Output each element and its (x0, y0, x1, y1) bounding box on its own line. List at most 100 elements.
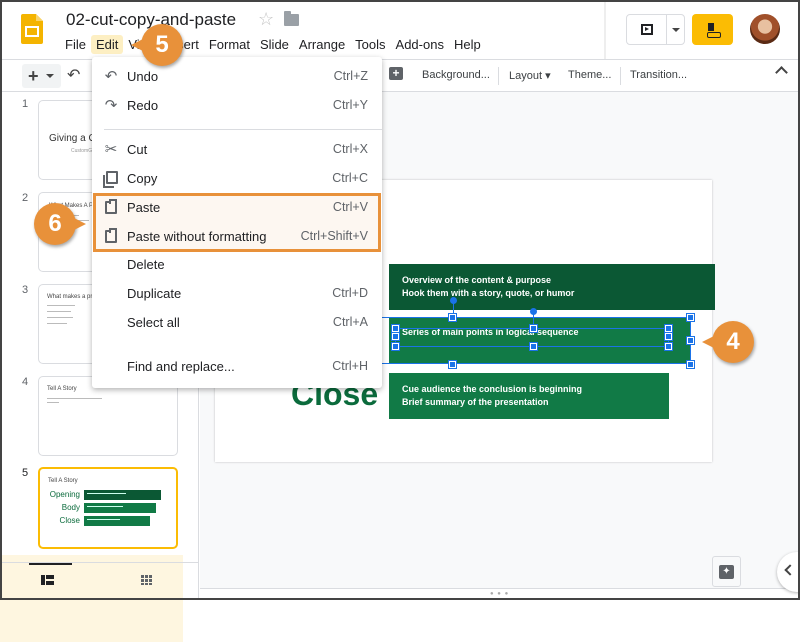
resize-handle[interactable] (529, 342, 538, 351)
menu-item-duplicate[interactable]: Duplicate Ctrl+D (92, 279, 382, 308)
resize-handle[interactable] (664, 332, 673, 341)
scissors-icon: ✂ (104, 141, 118, 158)
menu-item-shortcut: Ctrl+Shift+V (300, 229, 368, 243)
thumb-title: Tell A Story (48, 478, 78, 484)
thumb-line (47, 311, 71, 312)
menu-item-redo[interactable]: ↷ Redo Ctrl+Y (92, 91, 382, 120)
thumb-bar-opening (84, 490, 161, 500)
menu-item-paste-without-formatting[interactable]: Paste without formatting Ctrl+Shift+V (92, 222, 382, 251)
resize-handle[interactable] (448, 313, 457, 322)
drag-handle-icon[interactable]: ● ● ● (490, 591, 509, 597)
resize-handle[interactable] (664, 342, 673, 351)
slide-thumbnail-4[interactable]: Tell A Story (38, 376, 178, 456)
menu-item-label: Delete (127, 257, 165, 272)
opening-line-1: Overview of the content & purpose (402, 275, 552, 285)
thumb-line (47, 323, 67, 324)
menu-item-label: Copy (127, 171, 158, 186)
resize-handle[interactable] (529, 324, 538, 333)
menu-item-select-all[interactable]: Select all Ctrl+A (92, 308, 382, 337)
thumb-bar-body (84, 503, 156, 513)
add-comment-icon[interactable]: + (389, 67, 403, 80)
toolbar-divider (620, 67, 621, 85)
resize-handle[interactable] (391, 332, 400, 341)
menu-item-delete[interactable]: Delete (92, 250, 382, 279)
filmstrip-view-icon[interactable] (41, 575, 54, 585)
clipboard-text-icon (105, 228, 117, 243)
menu-item-paste[interactable]: Paste Ctrl+V (92, 193, 382, 222)
menu-item-label: Paste without formatting (127, 229, 267, 244)
thumb-label-body: Body (61, 503, 80, 512)
resize-handle[interactable] (391, 342, 400, 351)
menu-slide[interactable]: Slide (255, 35, 294, 54)
explore-button[interactable]: ✦ (712, 556, 741, 587)
thumb-label-opening: Opening (49, 490, 80, 499)
menu-item-undo[interactable]: ↶ Undo Ctrl+Z (92, 62, 382, 91)
menu-arrange[interactable]: Arrange (294, 35, 350, 54)
step-callout-4: 4 (702, 321, 754, 363)
close-text-box[interactable]: Cue audience the conclusion is beginning… (389, 373, 669, 419)
present-button[interactable] (626, 14, 685, 45)
slide-number: 5 (22, 467, 29, 479)
resize-handle[interactable] (391, 324, 400, 333)
menu-item-shortcut: Ctrl+D (332, 286, 368, 300)
star-icon[interactable]: ☆ (258, 9, 274, 30)
menu-bar: File Edit View Insert Format Slide Arran… (60, 35, 486, 54)
menu-item-label: Select all (127, 315, 180, 330)
app-header: 02-cut-copy-and-paste ☆ File Edit View I… (0, 0, 800, 59)
menu-edit[interactable]: Edit (90, 35, 124, 54)
resize-handle[interactable] (448, 360, 457, 369)
resize-handle[interactable] (686, 360, 695, 369)
layout-button[interactable]: Layout ▾ (509, 69, 551, 82)
menu-item-label: Paste (127, 200, 161, 215)
menu-item-cut[interactable]: ✂ Cut Ctrl+X (92, 135, 382, 164)
undo-icon[interactable]: ↶ (67, 65, 80, 85)
background-button[interactable]: Background... (422, 69, 490, 81)
resize-handle[interactable] (686, 313, 695, 322)
caret-down-icon[interactable] (45, 74, 54, 78)
speaker-notes-divider[interactable]: ● ● ● (200, 588, 800, 600)
menu-item-find-replace[interactable]: Find and replace... Ctrl+H (92, 352, 382, 381)
present-main[interactable] (627, 15, 667, 44)
rotate-handle[interactable] (530, 308, 537, 315)
transition-button[interactable]: Transition... (630, 69, 687, 81)
slide-thumbnail-5[interactable]: Tell A Story Opening Body Close (38, 467, 178, 549)
folder-icon[interactable] (284, 11, 299, 26)
menu-item-label: Cut (127, 142, 148, 157)
caret-down-icon (671, 27, 680, 32)
menu-help[interactable]: Help (449, 35, 486, 54)
avatar[interactable] (750, 14, 780, 44)
menu-tools[interactable]: Tools (350, 35, 390, 54)
present-icon (640, 24, 653, 35)
thumb-label-close: Close (59, 516, 80, 525)
step-callout-6: 6 (34, 203, 86, 245)
slides-logo-icon[interactable] (21, 14, 43, 44)
grid-view-icon[interactable] (141, 575, 153, 585)
slide-number: 4 (22, 376, 29, 388)
rotate-handle[interactable] (450, 297, 457, 304)
resize-handle[interactable] (686, 336, 695, 345)
explore-icon: ✦ (719, 564, 734, 579)
chevron-up-icon[interactable] (775, 66, 788, 79)
menu-item-label: Find and replace... (127, 359, 235, 374)
menu-file[interactable]: File (60, 35, 91, 54)
share-button[interactable] (692, 14, 733, 45)
new-slide-button[interactable]: + (22, 64, 61, 88)
header-divider (604, 0, 606, 59)
resize-handle[interactable] (664, 324, 673, 333)
step-callout-5: 5 (131, 24, 183, 66)
theme-button[interactable]: Theme... (568, 69, 611, 81)
thumb-line (47, 317, 73, 318)
menu-addons[interactable]: Add-ons (391, 35, 449, 54)
toolbar-divider (498, 67, 499, 85)
menu-item-shortcut: Ctrl+Z (333, 69, 368, 83)
menu-item-shortcut: Ctrl+X (332, 142, 368, 156)
menu-item-shortcut: Ctrl+C (332, 171, 368, 185)
clipboard-icon (105, 199, 117, 214)
menu-divider (104, 129, 382, 130)
present-dropdown[interactable] (667, 15, 684, 44)
menu-item-label: Redo (127, 98, 159, 113)
menu-item-copy[interactable]: Copy Ctrl+C (92, 164, 382, 193)
opening-text-box[interactable]: Overview of the content & purpose Hook t… (389, 264, 715, 310)
thumb-line (47, 402, 59, 403)
menu-format[interactable]: Format (204, 35, 255, 54)
